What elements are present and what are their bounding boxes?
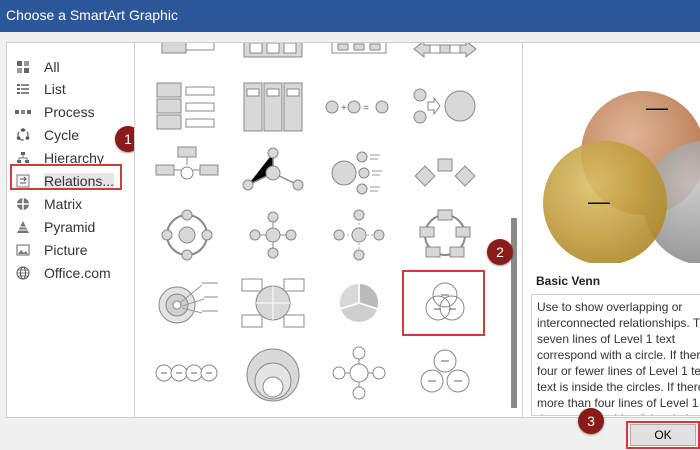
- layout-tile[interactable]: [152, 77, 222, 137]
- category-label: Process: [44, 104, 95, 120]
- title-bar: Choose a SmartArt Graphic: [0, 0, 700, 32]
- category-pyramid[interactable]: Pyramid: [15, 217, 130, 237]
- layout-tile[interactable]: [238, 143, 308, 203]
- pyramid-icon: [15, 219, 31, 235]
- process-icon: [15, 104, 31, 120]
- svg-text:=: =: [363, 103, 369, 114]
- layout-tile[interactable]: [324, 205, 394, 265]
- layout-description: Use to show overlapping or interconnecte…: [537, 300, 700, 415]
- matrix-icon: [15, 196, 31, 212]
- globe-icon: [15, 265, 31, 281]
- layout-name: Basic Venn: [536, 274, 601, 288]
- layout-tile[interactable]: [238, 343, 308, 403]
- category-cycle[interactable]: Cycle: [15, 125, 130, 145]
- category-matrix[interactable]: Matrix: [15, 194, 130, 214]
- cycle-icon: [15, 127, 31, 143]
- category-label: Cycle: [44, 127, 80, 143]
- layout-tile[interactable]: [324, 143, 394, 203]
- layout-gallery: + =: [134, 42, 524, 418]
- gallery-scrollbar[interactable]: [507, 43, 521, 415]
- layout-tile[interactable]: [238, 273, 308, 333]
- venn-top-dash: —: [646, 95, 668, 120]
- layout-tile[interactable]: [238, 205, 308, 265]
- list-icon: [15, 81, 31, 97]
- layout-tile[interactable]: [324, 273, 394, 333]
- layout-tile[interactable]: [152, 343, 222, 403]
- category-label: Pyramid: [44, 219, 96, 235]
- venn-preview-image: — —: [523, 43, 700, 263]
- layout-tile[interactable]: [324, 343, 394, 403]
- callout-2: 2: [487, 239, 513, 265]
- relationship-highlight-box: [10, 164, 122, 190]
- category-label: Matrix: [44, 196, 83, 212]
- picture-icon: [15, 242, 31, 258]
- venn-left-dash: —: [588, 189, 610, 214]
- layout-tile[interactable]: + =: [324, 77, 394, 137]
- callout-3: 3: [578, 408, 604, 434]
- window-title: Choose a SmartArt Graphic: [6, 7, 178, 23]
- grid-icon: [15, 59, 31, 75]
- layout-tile[interactable]: [238, 77, 308, 137]
- category-all[interactable]: All: [15, 57, 130, 77]
- category-list[interactable]: List: [15, 79, 130, 99]
- ok-highlight-box: [626, 421, 700, 449]
- layout-tile[interactable]: [410, 77, 480, 137]
- category-office-com[interactable]: Office.com: [15, 263, 130, 283]
- layout-description-box: Use to show overlapping or interconnecte…: [531, 294, 700, 416]
- layout-tile[interactable]: [152, 273, 222, 333]
- layout-tile[interactable]: [152, 205, 222, 265]
- layout-tile[interactable]: [410, 343, 480, 403]
- layout-tile[interactable]: [410, 205, 480, 265]
- category-label: All: [44, 59, 60, 75]
- category-list: All List Process Cycle Hierarchy Relatio…: [6, 42, 135, 418]
- category-process[interactable]: Process: [15, 102, 130, 122]
- category-label: List: [44, 81, 66, 97]
- basic-venn-highlight-box: [402, 270, 485, 336]
- layout-tile[interactable]: [152, 143, 222, 203]
- category-picture[interactable]: Picture: [15, 240, 130, 260]
- category-label: Picture: [44, 242, 88, 258]
- svg-text:+: +: [341, 103, 347, 114]
- layout-tile[interactable]: [410, 143, 480, 203]
- preview-pane: — — Basic Venn Use to show overlapping o…: [522, 42, 700, 418]
- category-label: Office.com: [44, 265, 111, 281]
